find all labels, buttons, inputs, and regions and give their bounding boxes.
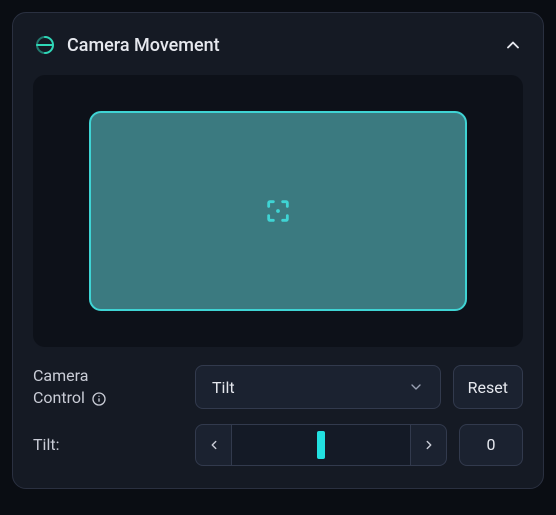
panel-title: Camera Movement — [67, 35, 220, 56]
slider-thumb[interactable] — [317, 431, 325, 459]
chevron-right-icon — [422, 438, 436, 452]
info-icon[interactable] — [91, 391, 107, 407]
label-line1: Camera — [33, 365, 183, 387]
chevron-up-icon — [503, 35, 523, 55]
chevron-down-icon — [408, 379, 424, 395]
focus-target-icon — [264, 197, 292, 225]
preview-container — [33, 75, 523, 347]
tilt-slider-row: Tilt: 0 — [33, 424, 523, 466]
chevron-left-icon — [207, 438, 221, 452]
collapse-toggle[interactable] — [503, 35, 523, 55]
camera-control-select[interactable]: Tilt — [195, 365, 441, 409]
slider-track[interactable] — [232, 425, 410, 465]
tilt-value[interactable]: 0 — [459, 424, 523, 466]
label-line2: Control — [33, 387, 85, 409]
tilt-slider[interactable] — [195, 424, 447, 466]
camera-movement-icon — [33, 33, 57, 57]
label-line2-wrap: Control — [33, 387, 183, 409]
camera-preview[interactable] — [89, 111, 467, 311]
reset-label: Reset — [468, 378, 508, 397]
header-left: Camera Movement — [33, 33, 220, 57]
camera-movement-panel: Camera Movement Camera Co — [12, 12, 544, 489]
reset-button[interactable]: Reset — [453, 365, 523, 409]
camera-control-row: Camera Control Tilt Rese — [33, 365, 523, 410]
tilt-label: Tilt: — [33, 435, 183, 454]
tilt-value-text: 0 — [487, 435, 496, 454]
select-value: Tilt — [212, 378, 235, 397]
slider-increase-button[interactable] — [410, 425, 446, 465]
panel-header: Camera Movement — [33, 33, 523, 57]
slider-decrease-button[interactable] — [196, 425, 232, 465]
camera-control-label: Camera Control — [33, 365, 183, 410]
